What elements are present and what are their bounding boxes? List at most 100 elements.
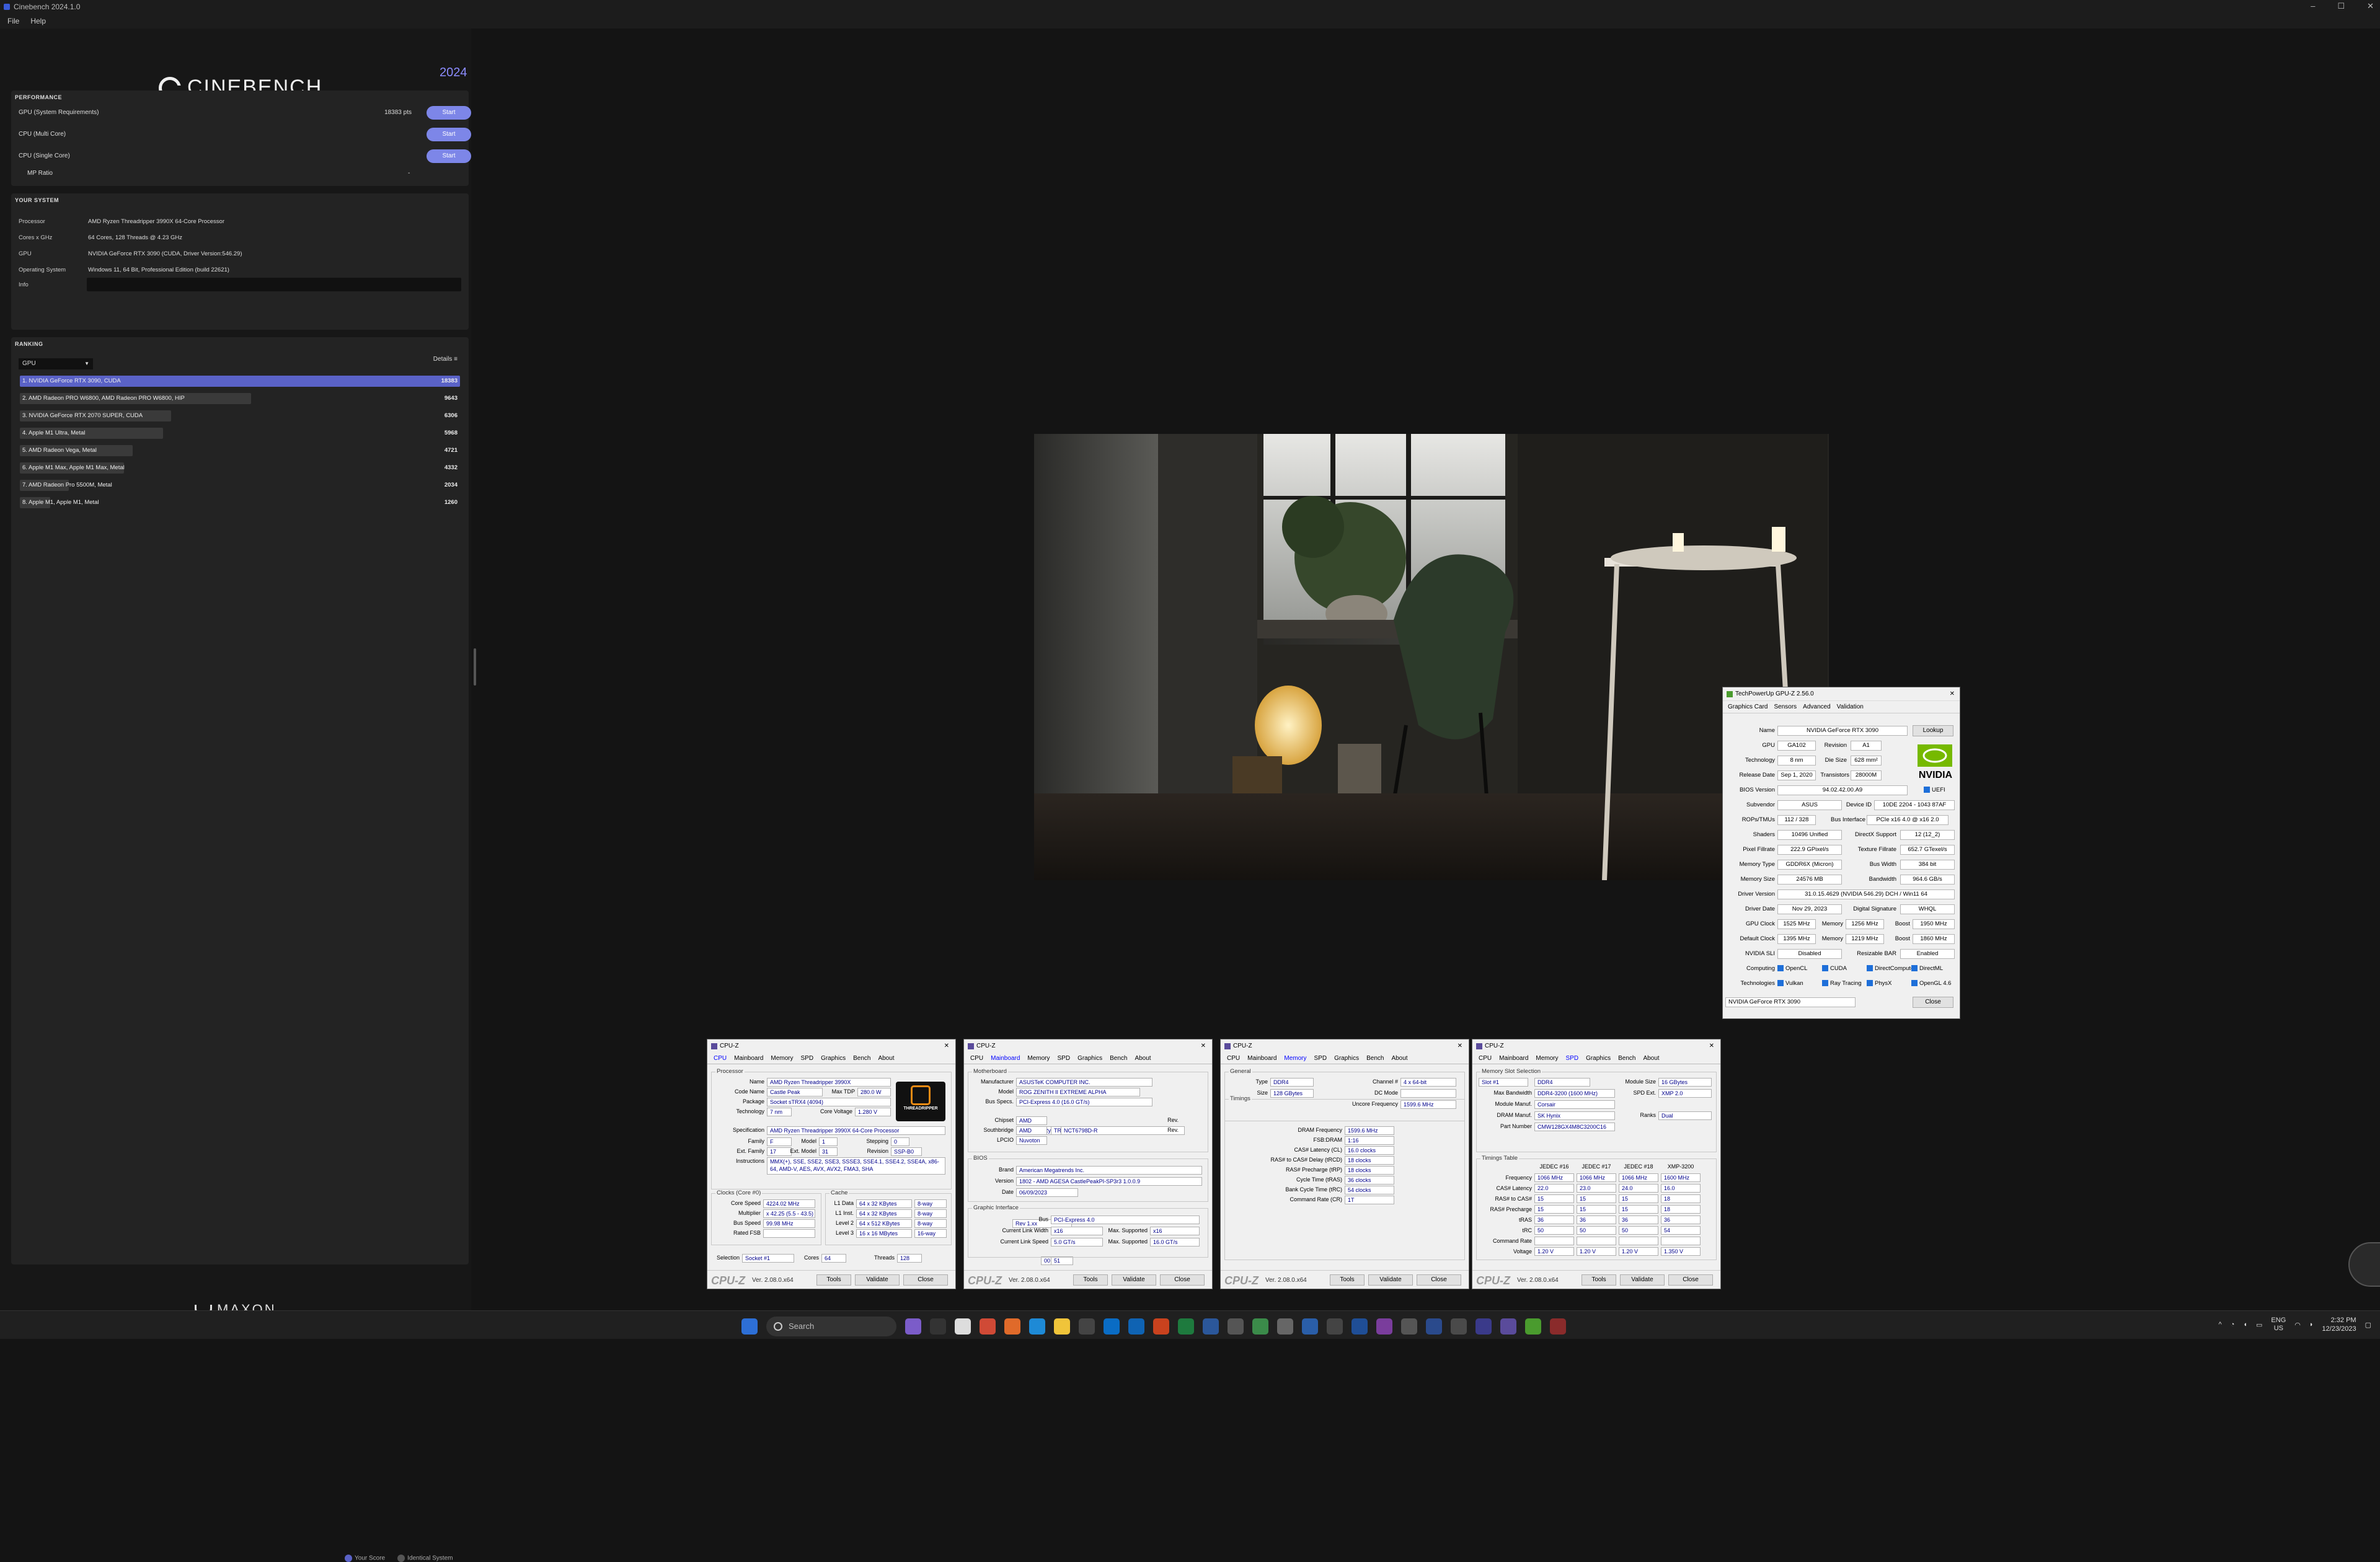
cpuz-tab[interactable]: SPD (1566, 1055, 1579, 1062)
ranking-row[interactable]: 2. AMD Radeon PRO W6800, AMD Radeon PRO … (20, 393, 251, 404)
app-icon[interactable] (1451, 1318, 1467, 1335)
cpuz-tab[interactable]: SPD (801, 1055, 814, 1062)
app-icon[interactable] (1401, 1318, 1417, 1335)
tray-chevron-icon[interactable]: ^ (2219, 1321, 2222, 1328)
app-icon[interactable] (1327, 1318, 1343, 1335)
panel-resize-handle[interactable] (474, 648, 476, 686)
ranking-row[interactable]: 4. Apple M1 Ultra, Metal (20, 428, 163, 439)
cpuz-tab[interactable]: Memory (1027, 1055, 1050, 1062)
cpuz-tab[interactable]: Graphics (1077, 1055, 1102, 1062)
cpuz-tab[interactable]: About (878, 1055, 894, 1062)
ranking-row[interactable]: 3. NVIDIA GeForce RTX 2070 SUPER, CUDA (20, 410, 171, 421)
cpuz-close-button[interactable]: Close (1160, 1274, 1205, 1286)
task-view-icon[interactable] (930, 1318, 946, 1335)
gpu-start-button[interactable]: Start (427, 106, 471, 120)
cpuz-tab[interactable]: CPU (1479, 1055, 1492, 1062)
store-icon[interactable] (1104, 1318, 1120, 1335)
tab-sensors[interactable]: Sensors (1774, 704, 1797, 710)
cpuz-tab[interactable]: About (1643, 1055, 1659, 1062)
side-panel-button[interactable] (2348, 1242, 2380, 1287)
outlook-icon[interactable] (1128, 1318, 1144, 1335)
ranking-row[interactable]: 1. NVIDIA GeForce RTX 3090, CUDA (20, 376, 460, 387)
cpuz-tab[interactable]: Mainboard (991, 1055, 1020, 1062)
ranking-row[interactable]: 7. AMD Radeon Pro 5500M, Metal (20, 480, 112, 491)
speaker-icon[interactable]: ◗ (2309, 1321, 2314, 1328)
cpuz-tab[interactable]: CPU (970, 1055, 983, 1062)
technology-checkbox[interactable]: Vulkan (1777, 980, 1803, 987)
notification-icon[interactable]: ▢ (2365, 1321, 2371, 1329)
word-icon[interactable] (1203, 1318, 1219, 1335)
menu-help[interactable]: Help (30, 17, 46, 25)
info-field[interactable] (87, 278, 461, 291)
cinebench-taskbar-icon[interactable] (1475, 1318, 1492, 1335)
ranking-filter-select[interactable]: GPU ▼ (19, 358, 93, 369)
taskbar-search[interactable]: Search (766, 1317, 896, 1336)
app-icon[interactable] (1550, 1318, 1566, 1335)
network-icon[interactable]: ◔ (2231, 1321, 2235, 1328)
cpuz-tab[interactable]: Mainboard (1499, 1055, 1528, 1062)
app-icon[interactable] (1302, 1318, 1318, 1335)
tab-advanced[interactable]: Advanced (1803, 704, 1830, 710)
app-icon[interactable] (1252, 1318, 1268, 1335)
ranking-row[interactable]: 5. AMD Radeon Vega, Metal (20, 445, 133, 456)
tab-validation[interactable]: Validation (1837, 704, 1864, 710)
edge-icon[interactable] (1029, 1318, 1045, 1335)
tools-button[interactable]: Tools (1582, 1274, 1616, 1286)
cpuz-tab[interactable]: Bench (1366, 1055, 1384, 1062)
copilot-icon[interactable] (905, 1318, 921, 1335)
app-icon[interactable] (1426, 1318, 1442, 1335)
close-icon[interactable]: ✕ (2367, 1, 2374, 11)
uefi-checkbox[interactable]: UEFI (1924, 787, 1945, 793)
cpuz-tab[interactable]: SPD (1058, 1055, 1071, 1062)
app-icon[interactable] (1376, 1318, 1392, 1335)
details-button[interactable]: Details ≡ (433, 356, 458, 363)
computing-checkbox[interactable]: OpenCL (1777, 965, 1807, 972)
ranking-row[interactable]: 6. Apple M1 Max, Apple M1 Max, Metal (20, 462, 125, 474)
validate-button[interactable]: Validate (855, 1274, 900, 1286)
cpuz-close-button[interactable]: Close (1417, 1274, 1461, 1286)
cpuz-tab[interactable]: Graphics (821, 1055, 846, 1062)
cpuz-tab[interactable]: Mainboard (1247, 1055, 1276, 1062)
menu-file[interactable]: File (7, 17, 19, 25)
gpuz-taskbar-icon[interactable] (1525, 1318, 1541, 1335)
close-icon[interactable]: ✕ (1201, 1039, 1206, 1053)
validate-button[interactable]: Validate (1368, 1274, 1413, 1286)
cpuz-tab[interactable]: Memory (1284, 1055, 1306, 1062)
cpuz-tab[interactable]: Bench (1618, 1055, 1635, 1062)
cpuz-tab[interactable]: About (1391, 1055, 1407, 1062)
computing-checkbox[interactable]: CUDA (1822, 965, 1847, 972)
cpuz-tab[interactable]: About (1135, 1055, 1151, 1062)
cpuz-close-button[interactable]: Close (903, 1274, 948, 1286)
cpuz-tab[interactable]: Bench (1110, 1055, 1127, 1062)
technology-checkbox[interactable]: Ray Tracing (1822, 980, 1862, 987)
cpuz-close-button[interactable]: Close (1668, 1274, 1713, 1286)
powerpoint-icon[interactable] (1153, 1318, 1169, 1335)
validate-button[interactable]: Validate (1112, 1274, 1156, 1286)
validate-button[interactable]: Validate (1620, 1274, 1665, 1286)
file-icon[interactable] (955, 1318, 971, 1335)
cpuz-tab[interactable]: CPU (1227, 1055, 1240, 1062)
cpu-single-start-button[interactable]: Start (427, 149, 471, 163)
cpuz-tab[interactable]: SPD (1314, 1055, 1327, 1062)
gpuz-close-button[interactable]: Close (1913, 997, 1953, 1008)
ranking-row[interactable]: 8. Apple M1, Apple M1, Metal (20, 497, 99, 508)
chrome-icon[interactable] (980, 1318, 996, 1335)
cpuz-tab[interactable]: CPU (714, 1055, 727, 1062)
cpuz-tab[interactable]: Memory (1536, 1055, 1558, 1062)
start-icon[interactable] (741, 1318, 758, 1335)
language-indicator[interactable]: ENG US (2271, 1317, 2286, 1333)
gpu-select[interactable]: NVIDIA GeForce RTX 3090 (1725, 997, 1856, 1007)
explorer-icon[interactable] (1054, 1318, 1070, 1335)
close-icon[interactable]: ✕ (1950, 687, 1955, 701)
volume-icon[interactable]: ◖ (2243, 1321, 2247, 1328)
wifi-icon[interactable]: ◠ (2294, 1321, 2301, 1329)
firefox-icon[interactable] (1004, 1318, 1020, 1335)
tab-graphics-card[interactable]: Graphics Card (1728, 704, 1767, 710)
tools-button[interactable]: Tools (1330, 1274, 1365, 1286)
close-icon[interactable]: ✕ (1709, 1039, 1714, 1053)
cpu-multi-start-button[interactable]: Start (427, 128, 471, 141)
close-icon[interactable]: ✕ (944, 1039, 949, 1053)
cpuz-tab[interactable]: Mainboard (734, 1055, 763, 1062)
tools-button[interactable]: Tools (1073, 1274, 1108, 1286)
cpuz-tab[interactable]: Graphics (1586, 1055, 1611, 1062)
